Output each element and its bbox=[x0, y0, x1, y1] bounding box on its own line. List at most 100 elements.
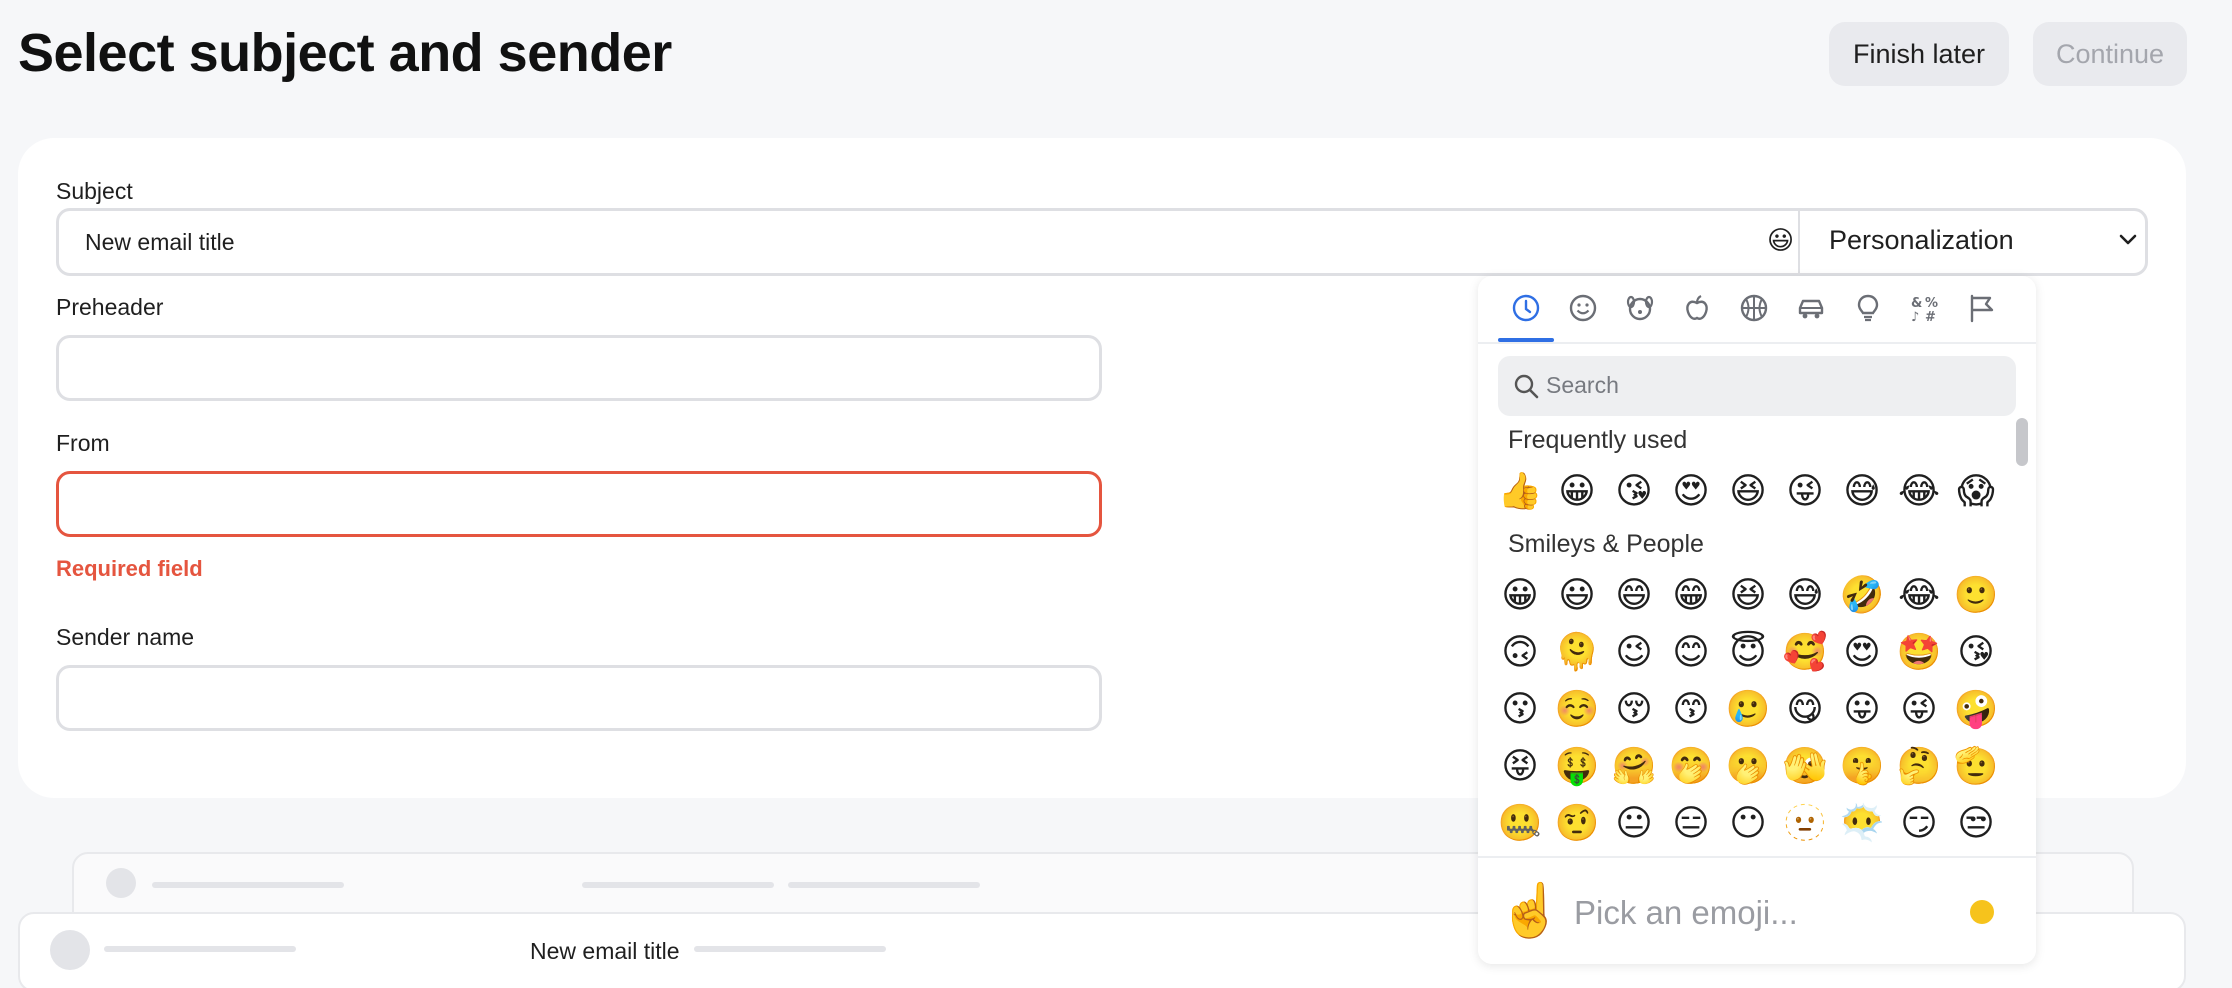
subject-input-value[interactable]: New email title bbox=[85, 229, 235, 256]
smileys-people-title: Smileys & People bbox=[1508, 530, 1704, 558]
placeholder-line bbox=[694, 946, 886, 952]
emoji-button[interactable]: 😇 bbox=[1720, 625, 1776, 681]
emoji-button[interactable]: 😍 bbox=[1834, 625, 1890, 681]
emoji-button[interactable]: 😗 bbox=[1492, 682, 1548, 738]
emoji-button[interactable]: 😆 bbox=[1720, 464, 1776, 520]
emoji-button[interactable]: 🤨 bbox=[1549, 796, 1605, 852]
emoji-button[interactable]: 🫢 bbox=[1720, 739, 1776, 795]
emoji-button[interactable]: 😱 bbox=[1948, 464, 2004, 520]
emoji-button[interactable]: 🤭 bbox=[1663, 739, 1719, 795]
emoji-button[interactable]: 😂 bbox=[1891, 464, 1947, 520]
emoji-button[interactable]: 🤗 bbox=[1606, 739, 1662, 795]
preview-emoji: ☝️ bbox=[1498, 881, 1563, 941]
sender-name-label: Sender name bbox=[56, 624, 195, 650]
emoji-button[interactable]: 😀 bbox=[1549, 464, 1605, 520]
preheader-input[interactable] bbox=[56, 335, 1102, 401]
emoji-button[interactable]: 🫣 bbox=[1777, 739, 1833, 795]
emoji-button[interactable]: 🫡 bbox=[1948, 739, 2004, 795]
svg-text:&: & bbox=[1911, 296, 1922, 311]
from-input[interactable] bbox=[56, 471, 1102, 537]
emoji-button[interactable]: 😐 bbox=[1606, 796, 1662, 852]
emoji-button[interactable]: 🥰 bbox=[1777, 625, 1833, 681]
emoji-button[interactable]: 😉 bbox=[1606, 625, 1662, 681]
sender-name-input[interactable] bbox=[56, 665, 1102, 731]
smiley-icon[interactable]: 😃 bbox=[1767, 225, 1794, 256]
symbols-icon[interactable]: &% ♪ # bbox=[1905, 288, 1945, 328]
chevron-down-icon[interactable] bbox=[2114, 225, 2142, 253]
from-error-text: Required field bbox=[56, 556, 203, 581]
preview-subject: New email title bbox=[530, 938, 680, 964]
frequently-used-title: Frequently used bbox=[1508, 426, 1688, 454]
emoji-button[interactable]: 🤪 bbox=[1948, 682, 2004, 738]
emoji-button[interactable]: 🙂 bbox=[1948, 568, 2004, 624]
travel-icon[interactable] bbox=[1791, 288, 1831, 328]
emoji-button[interactable]: 😀 bbox=[1492, 568, 1548, 624]
svg-text:%: % bbox=[1925, 296, 1938, 311]
emoji-button[interactable]: 😊 bbox=[1663, 625, 1719, 681]
emoji-button[interactable]: 😄 bbox=[1606, 568, 1662, 624]
placeholder-line bbox=[104, 946, 296, 952]
emoji-button[interactable]: 😝 bbox=[1492, 739, 1548, 795]
emoji-button[interactable]: 🥲 bbox=[1720, 682, 1776, 738]
subject-divider bbox=[1798, 211, 1800, 273]
page-title: Select subject and sender bbox=[18, 23, 672, 83]
emoji-button[interactable]: 😘 bbox=[1948, 625, 2004, 681]
avatar-placeholder bbox=[50, 930, 90, 970]
skin-tone-selector[interactable] bbox=[1970, 900, 1994, 924]
objects-icon[interactable] bbox=[1848, 288, 1888, 328]
emoji-button[interactable]: 🤩 bbox=[1891, 625, 1947, 681]
emoji-button[interactable]: 😒 bbox=[1948, 796, 2004, 852]
emoji-button[interactable]: 😚 bbox=[1606, 682, 1662, 738]
emoji-button[interactable]: 🙃 bbox=[1492, 625, 1548, 681]
emoji-button[interactable]: 😶 bbox=[1720, 796, 1776, 852]
flags-icon[interactable] bbox=[1962, 288, 2002, 328]
emoji-search-input[interactable]: Search bbox=[1498, 356, 2016, 416]
svg-text:♪: ♪ bbox=[1911, 310, 1919, 324]
emoji-button[interactable]: 🤑 bbox=[1549, 739, 1605, 795]
subject-label: Subject bbox=[56, 178, 133, 204]
finish-later-button[interactable]: Finish later bbox=[1829, 22, 2009, 86]
emoji-button[interactable]: 🤔 bbox=[1891, 739, 1947, 795]
emoji-button[interactable]: 😜 bbox=[1777, 464, 1833, 520]
emoji-button[interactable]: 🤫 bbox=[1834, 739, 1890, 795]
animals-icon[interactable] bbox=[1620, 288, 1660, 328]
emoji-button[interactable]: 😁 bbox=[1663, 568, 1719, 624]
emoji-button[interactable]: 😏 bbox=[1891, 796, 1947, 852]
placeholder-line bbox=[152, 882, 344, 888]
emoji-category-bar: &% ♪ # bbox=[1478, 276, 2036, 344]
from-label: From bbox=[56, 430, 110, 456]
emoji-button[interactable]: 😅 bbox=[1834, 464, 1890, 520]
emoji-button[interactable]: 😆 bbox=[1720, 568, 1776, 624]
emoji-button[interactable]: 😘 bbox=[1606, 464, 1662, 520]
emoji-button[interactable]: 😅 bbox=[1777, 568, 1833, 624]
subject-field[interactable]: New email title 😃 Personalization bbox=[56, 208, 2148, 276]
personalization-dropdown[interactable]: Personalization bbox=[1829, 225, 2014, 256]
emoji-button[interactable]: 🤣 bbox=[1834, 568, 1890, 624]
svg-text:#: # bbox=[1925, 310, 1936, 324]
food-icon[interactable] bbox=[1677, 288, 1717, 328]
emoji-button[interactable]: 😜 bbox=[1891, 682, 1947, 738]
emoji-button[interactable]: 😙 bbox=[1663, 682, 1719, 738]
active-category-indicator bbox=[1498, 338, 1554, 342]
emoji-scrollbar-thumb[interactable] bbox=[2016, 418, 2028, 466]
continue-button[interactable]: Continue bbox=[2033, 22, 2187, 86]
emoji-button[interactable]: 😋 bbox=[1777, 682, 1833, 738]
emoji-button[interactable]: 🫥 bbox=[1777, 796, 1833, 852]
emoji-button[interactable]: 😃 bbox=[1549, 568, 1605, 624]
emoji-button[interactable]: 😍 bbox=[1663, 464, 1719, 520]
emoji-button[interactable]: 😑 bbox=[1663, 796, 1719, 852]
emoji-button[interactable]: ☺️ bbox=[1549, 682, 1605, 738]
emoji-button[interactable]: 😛 bbox=[1834, 682, 1890, 738]
emoji-button[interactable]: 🤐 bbox=[1492, 796, 1548, 852]
pick-emoji-placeholder: Pick an emoji... bbox=[1574, 894, 1798, 931]
search-placeholder: Search bbox=[1546, 372, 1619, 398]
emoji-button[interactable]: 🫠 bbox=[1549, 625, 1605, 681]
emoji-button[interactable]: 😶‍🌫️ bbox=[1834, 796, 1890, 852]
placeholder-line bbox=[788, 882, 980, 888]
recent-icon[interactable] bbox=[1506, 288, 1546, 328]
activity-icon[interactable] bbox=[1734, 288, 1774, 328]
emoji-button[interactable]: 👍 bbox=[1492, 464, 1548, 520]
emoji-button[interactable]: 😂 bbox=[1891, 568, 1947, 624]
smileys-icon[interactable] bbox=[1563, 288, 1603, 328]
emoji-scrollbar-track[interactable] bbox=[2006, 416, 2036, 856]
